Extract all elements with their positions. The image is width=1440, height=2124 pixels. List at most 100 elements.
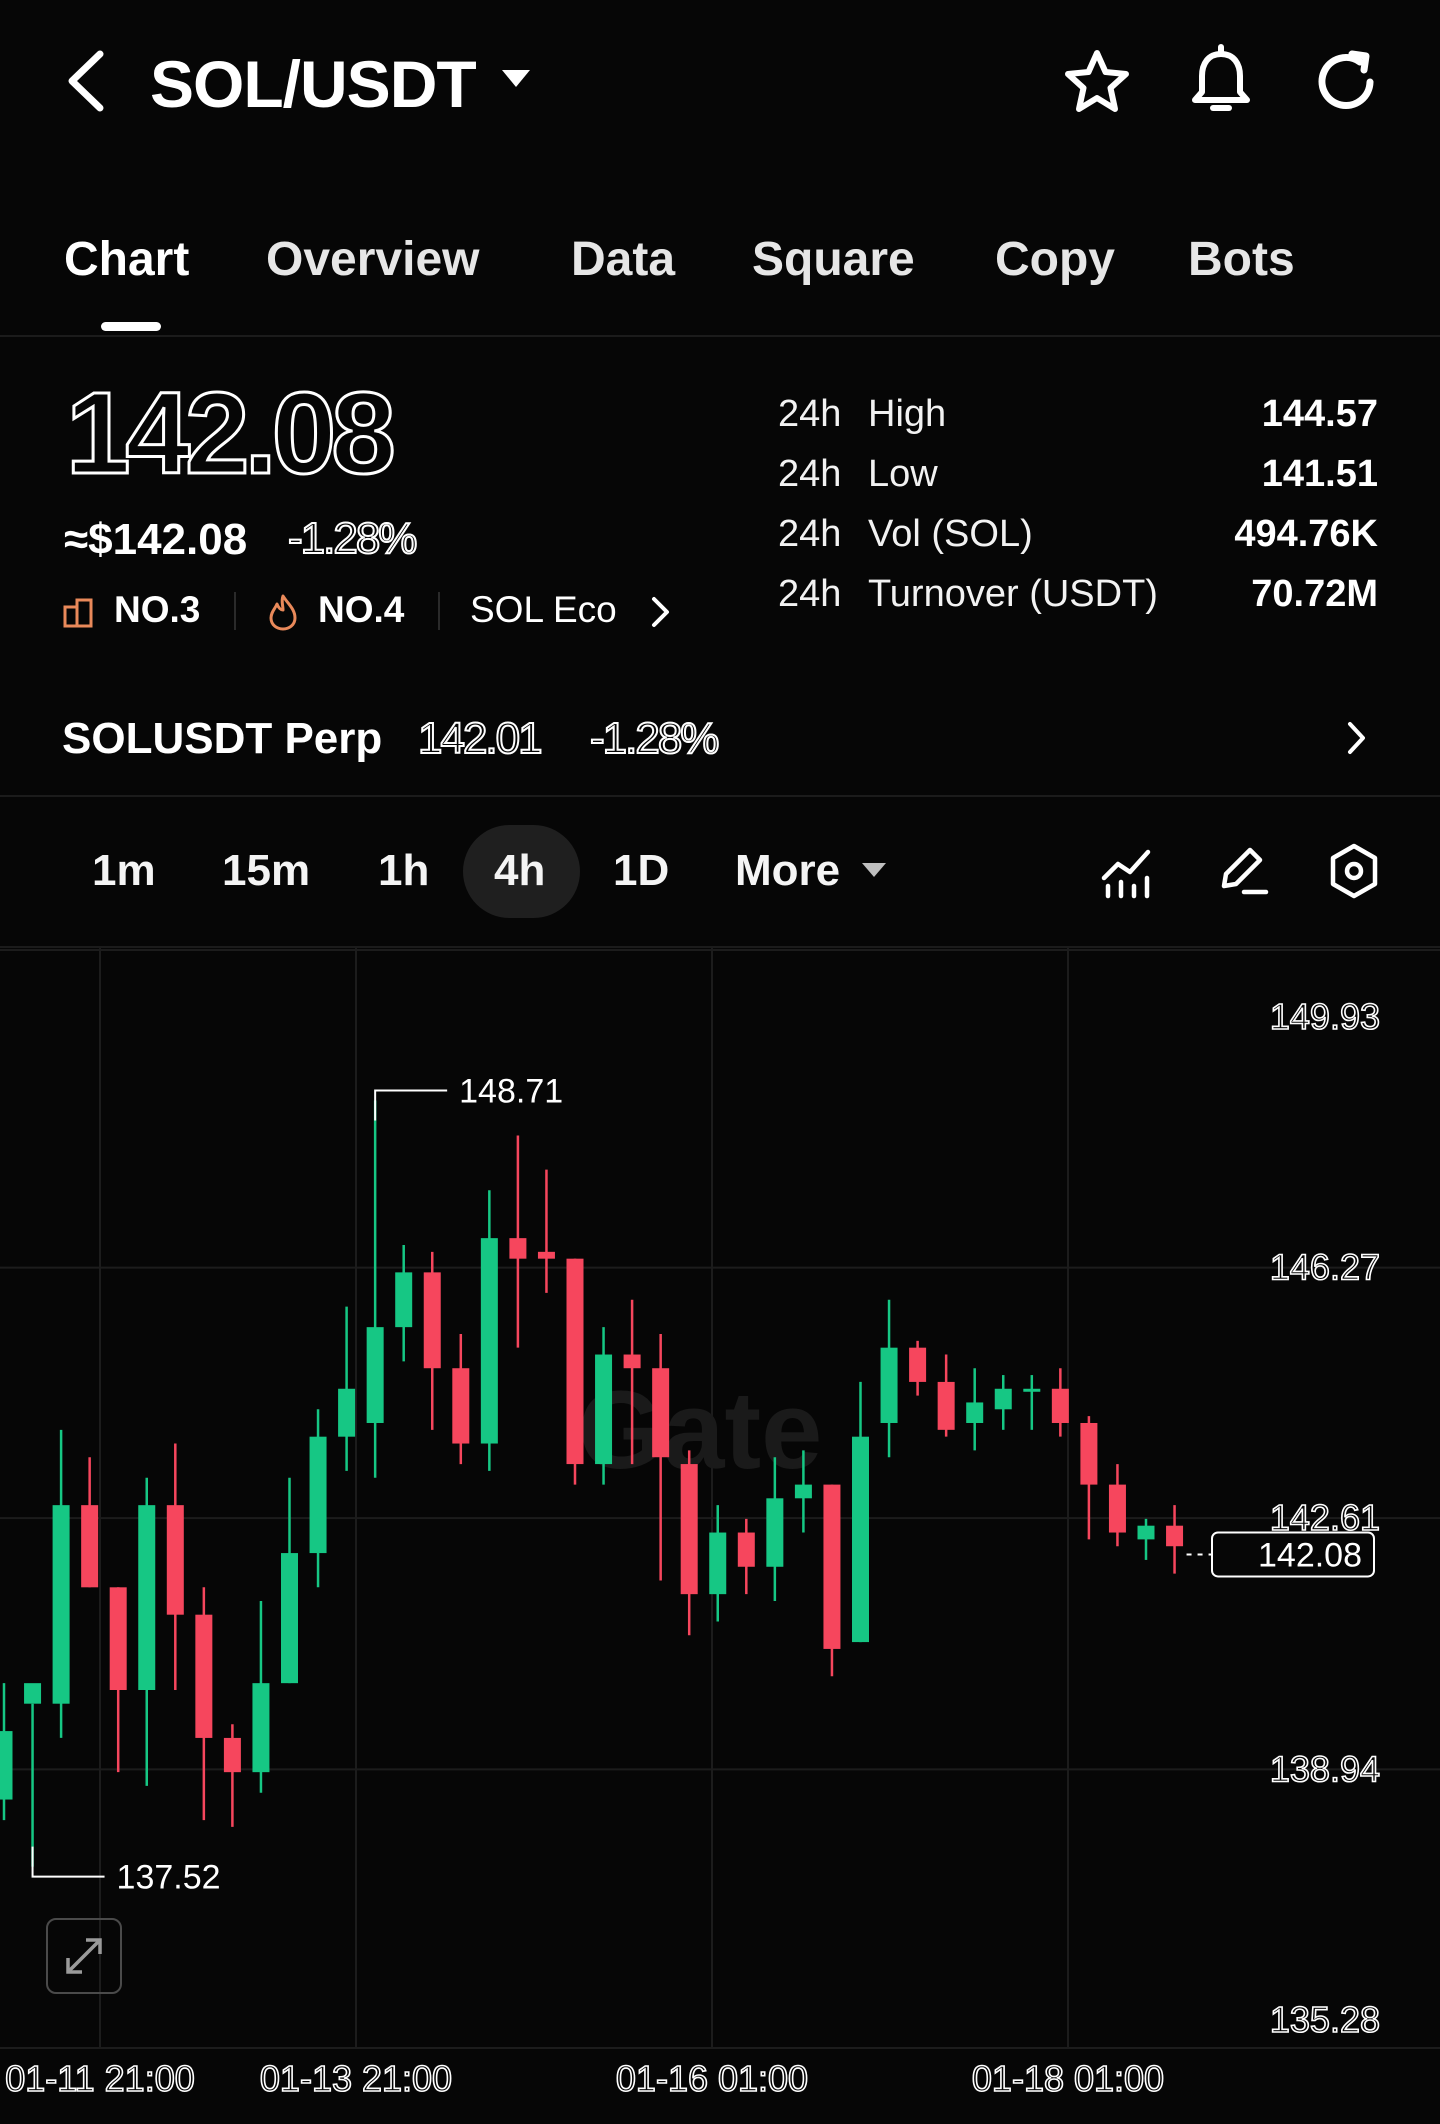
watermark-logo: Gate: [578, 1369, 823, 1492]
candle-body: [1137, 1525, 1155, 1540]
candle-body: [652, 1368, 670, 1458]
more-dropdown-icon[interactable]: [862, 863, 886, 877]
candle-body: [395, 1272, 413, 1328]
candle-body: [1108, 1484, 1126, 1533]
candle-body: [1166, 1525, 1184, 1547]
candle-body: [452, 1368, 470, 1444]
draw-pencil-icon[interactable]: [1214, 842, 1270, 900]
candle-body: [281, 1553, 298, 1684]
candle-body: [909, 1347, 927, 1382]
interval-more[interactable]: More: [735, 843, 840, 899]
stat-turnover-label: 24h Turnover (USDT): [778, 573, 1158, 615]
candle-body: [566, 1258, 584, 1465]
x-tick-label: 01-13 21:00: [260, 2058, 452, 2099]
expand-button[interactable]: [46, 1918, 122, 1994]
x-tick-label: 01-18 01:00: [972, 2058, 1164, 2099]
candle-body: [480, 1238, 498, 1444]
candle-body: [537, 1251, 555, 1259]
candle-body: [1051, 1388, 1069, 1423]
rank-chart-icon: [63, 598, 93, 628]
pair-title[interactable]: SOL/USDT: [150, 44, 477, 124]
candle-body: [623, 1354, 641, 1369]
settings-hexagon-icon[interactable]: [1326, 842, 1382, 900]
perp-row[interactable]: SOLUSDT Perp 142.01 -1.28%: [0, 680, 1440, 797]
candle-body: [937, 1381, 955, 1430]
candle-body: [0, 1731, 13, 1800]
current-price-label: 142.08: [1258, 1536, 1362, 1574]
flame-icon: [269, 594, 297, 631]
stat-vol-label: 24h Vol (SOL): [778, 513, 1033, 555]
tab-copy[interactable]: Copy: [995, 230, 1115, 290]
pair-dropdown-icon[interactable]: [502, 70, 530, 87]
y-tick-label: 149.93: [1270, 996, 1380, 1037]
usd-price: ≈$142.08: [64, 515, 248, 564]
chevron-right-icon[interactable]: [1344, 718, 1370, 758]
candle-body: [794, 1484, 812, 1499]
perp-name: SOLUSDT Perp: [62, 714, 383, 763]
candle-body: [852, 1436, 869, 1643]
candle-body: [366, 1327, 384, 1423]
tab-bar: Chart Overview Data Square Copy Bots: [0, 200, 1440, 337]
min-leader-line: [31, 1846, 105, 1878]
candle-body: [880, 1347, 898, 1423]
candle-body: [24, 1683, 42, 1704]
chevron-right-icon[interactable]: [648, 594, 674, 630]
expand-icon: [66, 1938, 102, 1974]
candle-body: [138, 1505, 156, 1691]
header: SOL/USDT: [0, 0, 1440, 170]
tab-chart[interactable]: Chart: [64, 230, 189, 290]
interval-15m[interactable]: 15m: [222, 843, 310, 899]
x-tick-label: 01-16 01:00: [616, 2058, 808, 2099]
candle-body: [1023, 1388, 1041, 1392]
max-price-label: 148.71: [459, 1073, 563, 1111]
max-leader-line: [374, 1089, 448, 1121]
candle-body: [195, 1614, 213, 1738]
tab-square[interactable]: Square: [752, 230, 915, 290]
star-icon[interactable]: [1062, 47, 1132, 117]
tab-bots[interactable]: Bots: [1188, 230, 1295, 290]
candle-body: [52, 1505, 70, 1704]
interval-1h[interactable]: 1h: [378, 843, 429, 899]
candle-body: [1080, 1422, 1098, 1485]
indicator-icon[interactable]: [1100, 844, 1156, 900]
candle-body: [223, 1737, 241, 1773]
stat-vol-value: 494.76K: [1234, 513, 1378, 555]
chart-canvas[interactable]: Gate 149.93146.27142.61138.94135.2801-11…: [0, 948, 1440, 2124]
y-tick-label: 138.94: [1270, 1748, 1380, 1789]
bell-icon[interactable]: [1186, 44, 1256, 118]
stat-high-value: 144.57: [1261, 393, 1378, 435]
perp-price: 142.01: [417, 713, 544, 764]
candlestick-chart[interactable]: Gate 149.93 146.27 142.61 138.94 135.28 01-11…: [0, 948, 1440, 2124]
candle-body: [166, 1505, 184, 1615]
candle-body: [709, 1532, 727, 1595]
candle-body: [994, 1388, 1012, 1410]
interval-4h[interactable]: 4h: [494, 843, 545, 899]
price-change-pct: -1.28%: [287, 513, 418, 564]
candle-body: [823, 1484, 841, 1649]
tab-data[interactable]: Data: [571, 230, 675, 290]
interval-1m[interactable]: 1m: [92, 843, 156, 899]
y-tick-label: 146.27: [1270, 1247, 1380, 1288]
interval-1d[interactable]: 1D: [613, 843, 669, 899]
candle-body: [338, 1388, 356, 1437]
candle-body: [423, 1272, 441, 1369]
active-tab-indicator: [101, 322, 161, 331]
x-tick-label: 01-11 21:00: [5, 2058, 195, 2099]
perp-change: -1.28%: [589, 713, 720, 764]
candle-body: [766, 1498, 784, 1567]
eco-link[interactable]: SOL Eco: [470, 585, 617, 635]
divider: [438, 592, 440, 630]
refresh-icon[interactable]: [1312, 46, 1384, 118]
candle-body: [309, 1436, 327, 1554]
candle-body: [109, 1587, 127, 1691]
last-price: 142.08: [65, 367, 398, 500]
candle-body: [966, 1402, 984, 1423]
interval-bar: 1m 15m 1h 4h 1D More: [0, 798, 1440, 948]
tab-overview[interactable]: Overview: [266, 230, 479, 290]
rank-volume[interactable]: NO.3: [114, 585, 200, 635]
rank-hot[interactable]: NO.4: [318, 585, 404, 635]
candle-body: [595, 1354, 613, 1465]
back-icon[interactable]: [56, 46, 116, 116]
candle-body: [252, 1683, 270, 1773]
stat-low-value: 141.51: [1261, 453, 1378, 495]
